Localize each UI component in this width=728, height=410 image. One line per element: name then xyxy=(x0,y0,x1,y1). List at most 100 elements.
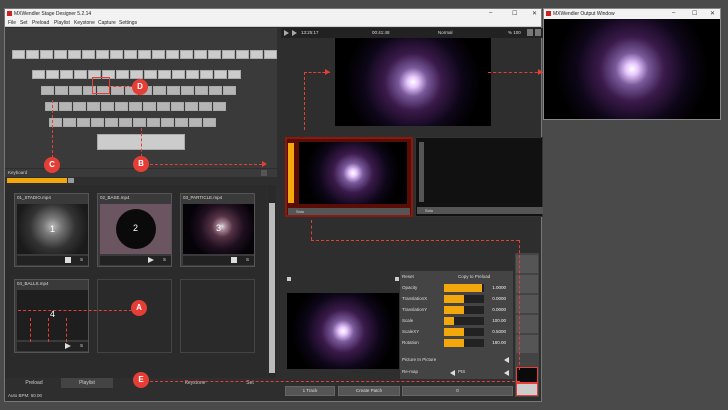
keyboard-key[interactable] xyxy=(116,70,129,79)
menu-settings[interactable]: Settings xyxy=(119,20,137,26)
keyboard-key[interactable] xyxy=(82,50,95,59)
keyboard-key[interactable] xyxy=(222,50,235,59)
keyboard-key[interactable] xyxy=(32,70,45,79)
keyboard-key[interactable] xyxy=(96,50,109,59)
preview-toggle[interactable] xyxy=(395,277,399,281)
clip-slot-4[interactable]: 04_BALLS.mp4 4 S xyxy=(14,279,89,353)
keyboard-key[interactable] xyxy=(77,118,90,127)
keyboard-key[interactable] xyxy=(130,70,143,79)
counter-field[interactable]: 0 xyxy=(402,386,513,396)
menu-set[interactable]: Set xyxy=(20,20,28,26)
keyboard-key[interactable] xyxy=(40,50,53,59)
layer-opacity-bar[interactable] xyxy=(419,142,424,202)
keyboard-key[interactable] xyxy=(124,50,137,59)
keyboard-key[interactable] xyxy=(185,102,198,111)
keyboard-key[interactable] xyxy=(153,86,166,95)
clip-slot-3[interactable]: 03_PARTICLE.mp4 3 S xyxy=(180,193,255,267)
property-value[interactable]: 100.00 xyxy=(492,318,506,323)
menu-file[interactable]: File xyxy=(8,20,16,26)
property-value[interactable]: 180.00 xyxy=(492,340,506,345)
tab-set[interactable]: Set xyxy=(225,378,275,388)
layer-2[interactable]: Solo xyxy=(415,137,543,217)
keyboard-key[interactable] xyxy=(111,86,124,95)
keyboard-key[interactable] xyxy=(195,86,208,95)
minimize-icon[interactable]: – xyxy=(672,10,675,16)
tab-keystone[interactable]: Keystone xyxy=(169,378,221,388)
loop-label[interactable]: S xyxy=(246,257,249,262)
property-slider[interactable] xyxy=(444,317,484,325)
clip-slot-1[interactable]: 01_STADIO.mp4 1 S xyxy=(14,193,89,267)
keyboard-key[interactable] xyxy=(175,118,188,127)
loop-label[interactable]: S xyxy=(163,257,166,262)
create-patch-button[interactable]: Create Patch xyxy=(338,386,400,396)
menu-keystone[interactable]: Keystone xyxy=(74,20,95,26)
play-icon[interactable] xyxy=(65,343,71,349)
preview-toggle[interactable] xyxy=(287,277,291,281)
keyboard-key[interactable] xyxy=(143,102,156,111)
keyboard-key[interactable] xyxy=(59,102,72,111)
keyboard-key[interactable] xyxy=(181,86,194,95)
clip-slot-2[interactable]: 02_BASE.mp4 2 S xyxy=(97,193,172,267)
keyboard-key[interactable] xyxy=(209,86,222,95)
zoom-percent[interactable]: % 100 xyxy=(508,30,521,35)
close-icon[interactable]: ✕ xyxy=(710,10,715,17)
property-row[interactable]: Opacity 1.0000 xyxy=(400,283,512,293)
blend-mode[interactable]: Normal xyxy=(438,30,453,35)
remap-prev-icon[interactable] xyxy=(450,370,455,376)
scrollbar-thumb[interactable] xyxy=(269,203,275,373)
keyboard-key[interactable] xyxy=(194,50,207,59)
property-value[interactable]: 1.0000 xyxy=(492,285,506,290)
menu-playlist[interactable]: Playlist xyxy=(54,20,70,26)
menu-capture[interactable]: Capture xyxy=(98,20,116,26)
keyboard-key[interactable] xyxy=(69,86,82,95)
close-icon[interactable]: ✕ xyxy=(532,10,537,17)
loop-label[interactable]: S xyxy=(80,257,83,262)
play-icon[interactable] xyxy=(148,257,154,263)
empty-clip-slot[interactable] xyxy=(180,279,255,353)
keyboard-key[interactable] xyxy=(26,50,39,59)
keyboard-key[interactable] xyxy=(41,86,54,95)
keyboard-key[interactable] xyxy=(115,102,128,111)
property-slider[interactable] xyxy=(444,295,484,303)
keyboard-key[interactable] xyxy=(74,70,87,79)
empty-clip-slot[interactable] xyxy=(97,279,172,353)
keyboard-key[interactable] xyxy=(203,118,216,127)
property-value[interactable]: 0.0000 xyxy=(492,307,506,312)
tab-playlist[interactable]: Playlist xyxy=(61,378,113,388)
property-row[interactable]: TranslationY 0.0000 xyxy=(400,305,512,315)
layer-opacity-bar[interactable] xyxy=(288,143,294,203)
property-row[interactable]: Rotation 180.00 xyxy=(400,338,512,348)
keyboard-key[interactable] xyxy=(180,50,193,59)
keyboard-key[interactable] xyxy=(214,70,227,79)
maximize-icon[interactable]: ☐ xyxy=(512,10,517,17)
layer-1[interactable]: Solo xyxy=(285,137,413,217)
remap-value[interactable]: PIS xyxy=(458,369,465,374)
remap-next-icon[interactable] xyxy=(504,370,509,376)
keyboard-toggle[interactable] xyxy=(68,178,74,183)
clip-scrollbar[interactable] xyxy=(268,185,276,385)
property-slider[interactable] xyxy=(444,328,484,336)
keyboard-key[interactable] xyxy=(144,70,157,79)
keyboard-key[interactable] xyxy=(166,50,179,59)
keyboard-key[interactable] xyxy=(264,50,277,59)
minimize-icon[interactable]: – xyxy=(489,10,492,16)
keyboard-key[interactable] xyxy=(73,102,86,111)
keyboard-key[interactable] xyxy=(228,70,241,79)
keyboard-key[interactable] xyxy=(186,70,199,79)
grid-icon[interactable] xyxy=(527,29,533,36)
keyboard-key[interactable] xyxy=(129,102,142,111)
keyboard-key[interactable] xyxy=(172,70,185,79)
property-value[interactable]: 0.0000 xyxy=(492,296,506,301)
property-value[interactable]: 0.5000 xyxy=(492,329,506,334)
property-row[interactable]: Scale 100.00 xyxy=(400,316,512,326)
keyboard-key[interactable] xyxy=(55,86,68,95)
panel-arrow-icon[interactable] xyxy=(261,170,267,176)
keyboard-key[interactable] xyxy=(236,50,249,59)
play-next-icon[interactable] xyxy=(292,30,297,36)
keyboard-key[interactable] xyxy=(54,50,67,59)
keyboard-key[interactable] xyxy=(133,118,146,127)
property-row[interactable]: TranslationX 0.0000 xyxy=(400,294,512,304)
menu-preload[interactable]: Preload xyxy=(32,20,49,26)
keyboard-key[interactable] xyxy=(87,102,100,111)
keyboard-key[interactable] xyxy=(223,86,236,95)
